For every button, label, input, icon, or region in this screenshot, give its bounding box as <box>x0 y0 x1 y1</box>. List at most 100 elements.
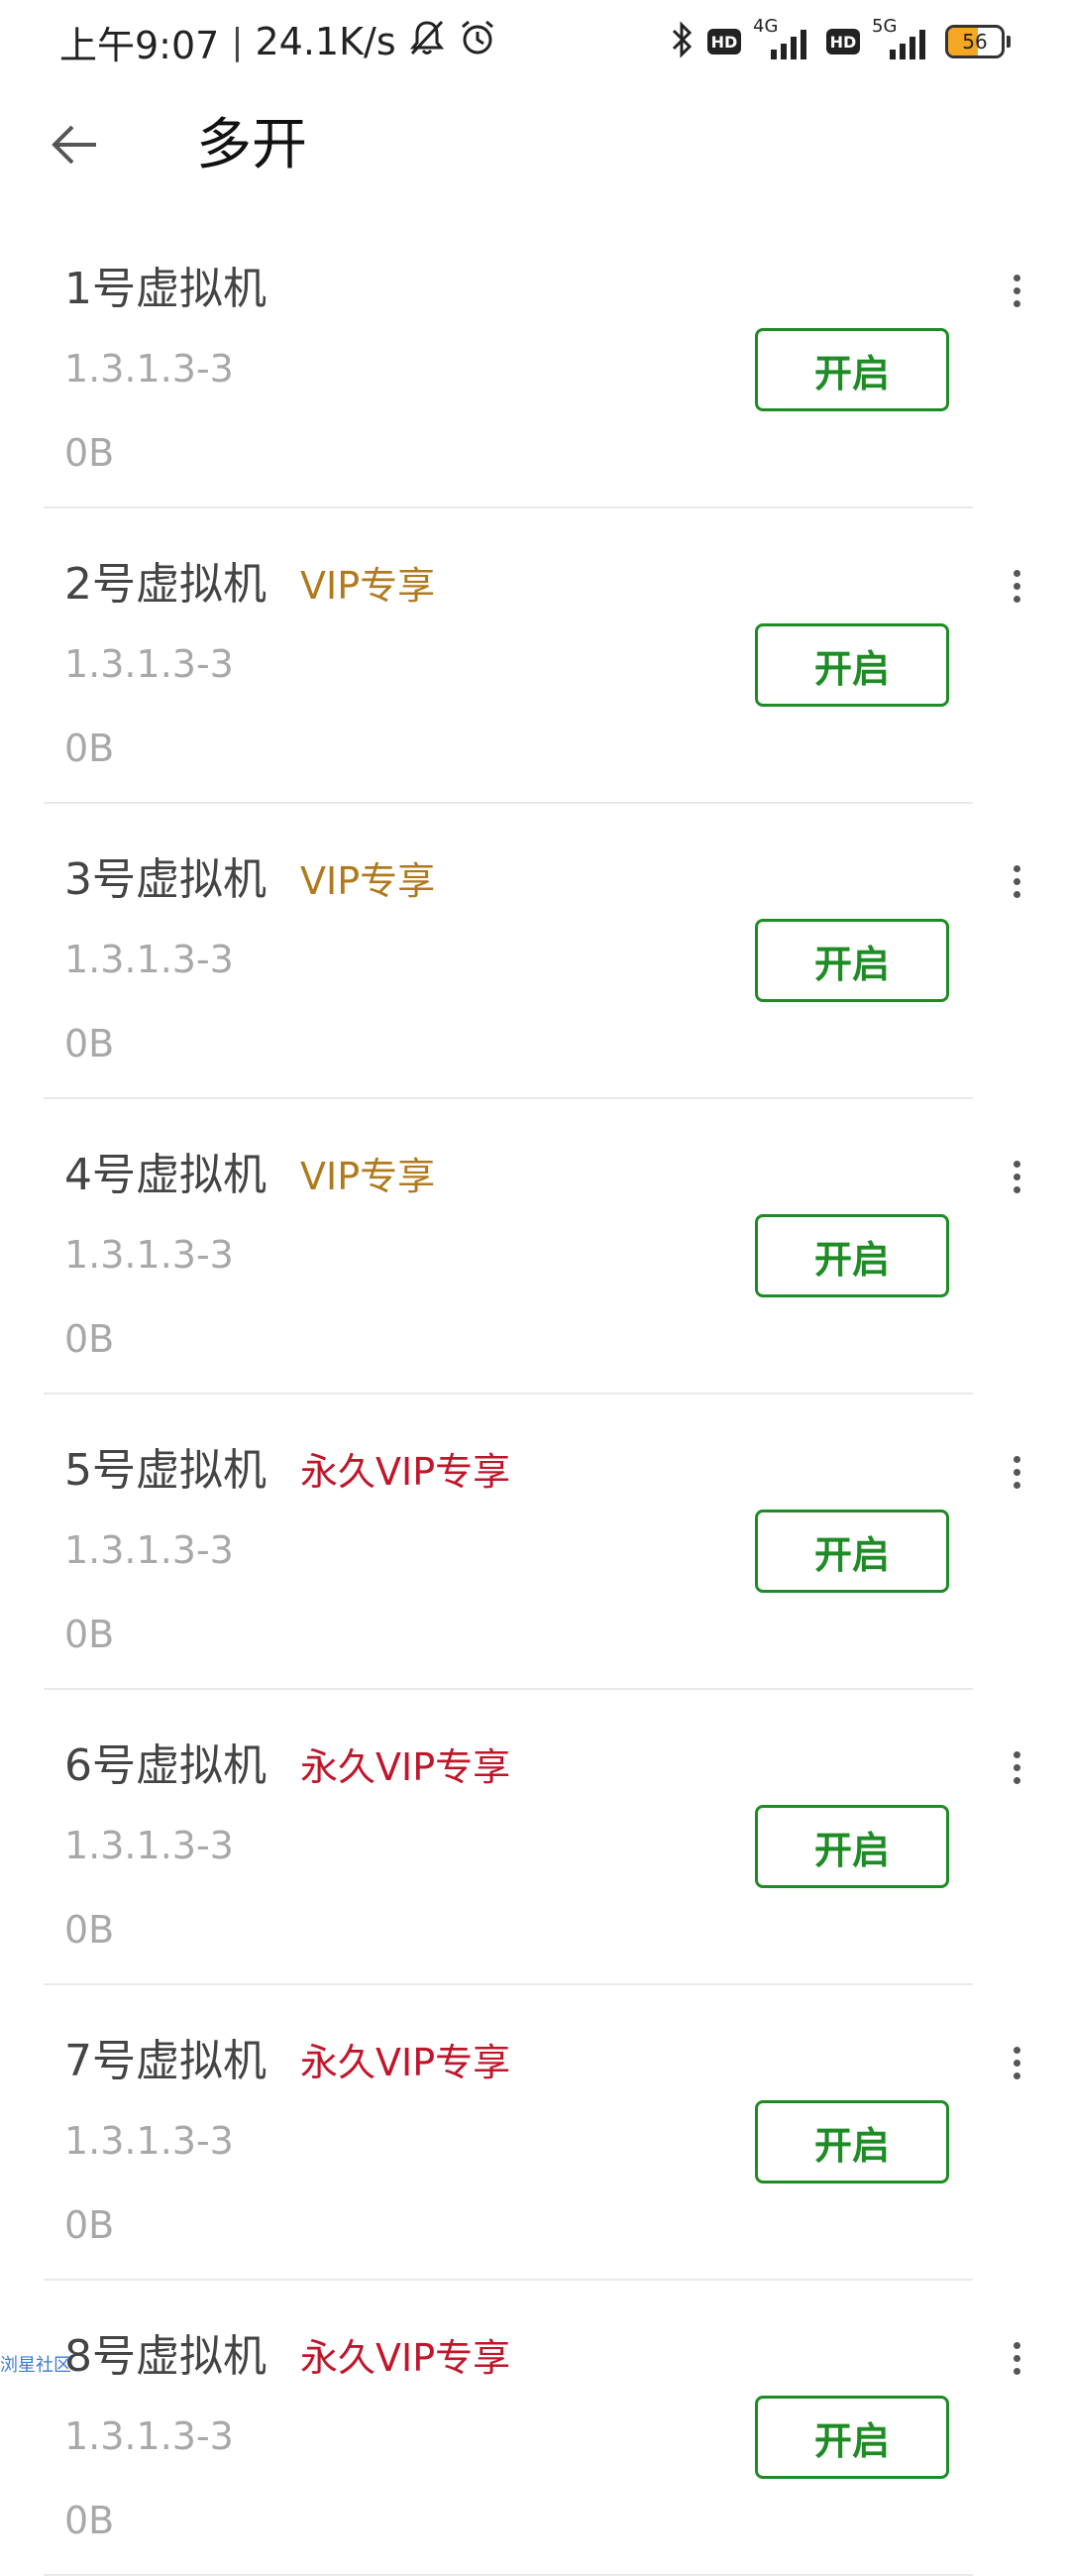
open-button[interactable]: 开启 <box>755 1805 949 1888</box>
more-dot-icon <box>1013 1776 1020 1784</box>
more-options-button[interactable] <box>997 851 1036 911</box>
more-dot-icon <box>1013 864 1020 872</box>
more-dot-icon <box>1013 569 1020 577</box>
vm-size: 0B <box>64 431 115 475</box>
vm-badge: 永久VIP专享 <box>300 1745 511 1789</box>
more-options-button[interactable] <box>997 1442 1036 1502</box>
more-dot-icon <box>1013 1481 1020 1489</box>
vm-title-row: 7号虚拟机 永久VIP专享 <box>64 2025 510 2088</box>
more-dot-icon <box>1013 1763 1020 1771</box>
vm-title-row: 5号虚拟机 永久VIP专享 <box>64 1434 510 1498</box>
status-left: 上午9:07 | 24.1K/s <box>59 14 497 69</box>
vm-list: 1号虚拟机 1.3.1.3-3 0B 开启 2号虚拟机 VIP专享 1.3.1.… <box>0 213 1070 2576</box>
vm-list-item-5: 5号虚拟机 永久VIP专享 1.3.1.3-3 0B 开启 <box>0 1395 1070 1690</box>
more-dot-icon <box>1013 1185 1020 1193</box>
more-dot-icon <box>1013 2059 1020 2067</box>
vm-version: 1.3.1.3-3 <box>64 1528 234 1572</box>
watermark: 浏星社区 <box>0 2355 71 2376</box>
status-right: HD 4G HD 5G 56 <box>670 14 1011 69</box>
vm-name: 1号虚拟机 <box>64 264 267 314</box>
vm-size: 0B <box>64 1908 115 1952</box>
status-separator: | <box>231 21 244 62</box>
vm-version: 1.3.1.3-3 <box>64 642 234 686</box>
vm-badge: VIP专享 <box>300 859 436 903</box>
open-button[interactable]: 开启 <box>755 328 949 411</box>
vm-name: 4号虚拟机 <box>64 1150 267 1200</box>
more-options-button[interactable] <box>997 2033 1036 2092</box>
more-dot-icon <box>1013 595 1020 603</box>
vm-badge: 永久VIP专享 <box>300 2041 511 2084</box>
vm-version: 1.3.1.3-3 <box>64 347 234 391</box>
more-options-button[interactable] <box>997 261 1036 320</box>
vm-name: 7号虚拟机 <box>64 2036 267 2086</box>
vm-badge: VIP专享 <box>300 564 436 608</box>
more-options-button[interactable] <box>997 1737 1036 1797</box>
hd-badge-1: HD <box>707 29 741 55</box>
open-button[interactable]: 开启 <box>755 919 949 1002</box>
more-options-button[interactable] <box>997 1147 1036 1206</box>
vm-title-row: 4号虚拟机 VIP专享 <box>64 1139 435 1202</box>
bell-off-icon <box>408 18 446 66</box>
vm-list-item-3: 3号虚拟机 VIP专享 1.3.1.3-3 0B 开启 <box>0 804 1070 1099</box>
more-options-button[interactable] <box>997 556 1036 616</box>
open-button[interactable]: 开启 <box>755 2396 949 2479</box>
more-dot-icon <box>1013 877 1020 885</box>
more-dot-icon <box>1013 1160 1020 1168</box>
more-dot-icon <box>1013 582 1020 590</box>
more-dot-icon <box>1013 299 1020 307</box>
back-button[interactable] <box>40 109 111 180</box>
vm-badge: VIP专享 <box>300 1155 436 1198</box>
vm-title-row: 3号虚拟机 VIP专享 <box>64 843 435 907</box>
vm-list-item-6: 6号虚拟机 永久VIP专享 1.3.1.3-3 0B 开启 <box>0 1690 1070 1985</box>
vm-badge: 永久VIP专享 <box>300 2336 511 2380</box>
status-bar: 上午9:07 | 24.1K/s HD 4G HD 5G 56 <box>0 0 1070 79</box>
vm-version: 1.3.1.3-3 <box>64 2119 234 2163</box>
vm-version: 1.3.1.3-3 <box>64 938 234 981</box>
more-dot-icon <box>1013 2354 1020 2362</box>
more-options-button[interactable] <box>997 2328 1036 2388</box>
more-dot-icon <box>1013 286 1020 294</box>
more-dot-icon <box>1013 274 1020 281</box>
vm-title-row: 6号虚拟机 永久VIP专享 <box>64 1730 510 1793</box>
bluetooth-icon <box>670 20 696 63</box>
vm-version: 1.3.1.3-3 <box>64 1824 234 1867</box>
vm-list-item-8: 8号虚拟机 永久VIP专享 1.3.1.3-3 0B 开启 <box>0 2281 1070 2576</box>
alarm-clock-icon <box>458 18 497 66</box>
battery-cap <box>1007 36 1011 48</box>
page-title: 多开 <box>196 113 307 177</box>
open-button[interactable]: 开启 <box>755 1214 949 1297</box>
vm-size: 0B <box>64 2203 115 2247</box>
app-bar: 多开 <box>0 79 1070 208</box>
vm-size: 0B <box>64 1317 115 1361</box>
vm-size: 0B <box>64 1022 115 1065</box>
battery-level: 56 <box>962 30 988 54</box>
open-button[interactable]: 开启 <box>755 1510 949 1593</box>
more-dot-icon <box>1013 1173 1020 1180</box>
more-dot-icon <box>1013 2341 1020 2349</box>
vm-name: 6号虚拟机 <box>64 1740 267 1791</box>
status-time: 上午9:07 <box>59 23 220 67</box>
vm-size: 0B <box>64 2499 115 2542</box>
vm-version: 1.3.1.3-3 <box>64 2414 234 2458</box>
vm-name: 5号虚拟机 <box>64 1445 267 1496</box>
more-dot-icon <box>1013 1750 1020 1758</box>
arrow-left-icon <box>52 125 96 165</box>
signal-5g-icon: 5G <box>872 16 933 61</box>
open-button[interactable]: 开启 <box>755 623 949 707</box>
vm-size: 0B <box>64 727 115 770</box>
vm-name: 3号虚拟机 <box>64 854 267 905</box>
vm-size: 0B <box>64 1613 115 1656</box>
battery-icon: 56 <box>945 25 1011 58</box>
more-dot-icon <box>1013 2046 1020 2054</box>
vm-badge: 永久VIP专享 <box>300 1450 511 1494</box>
more-dot-icon <box>1013 1468 1020 1476</box>
vm-name: 8号虚拟机 <box>64 2331 267 2382</box>
signal-4g-icon: 4G <box>753 16 814 61</box>
vm-title-row: 1号虚拟机 <box>64 253 300 316</box>
more-dot-icon <box>1013 2367 1020 2375</box>
open-button[interactable]: 开启 <box>755 2100 949 2184</box>
more-dot-icon <box>1013 1455 1020 1463</box>
vm-version: 1.3.1.3-3 <box>64 1233 234 1277</box>
hd-badge-2: HD <box>826 29 860 55</box>
vm-list-item-4: 4号虚拟机 VIP专享 1.3.1.3-3 0B 开启 <box>0 1099 1070 1395</box>
